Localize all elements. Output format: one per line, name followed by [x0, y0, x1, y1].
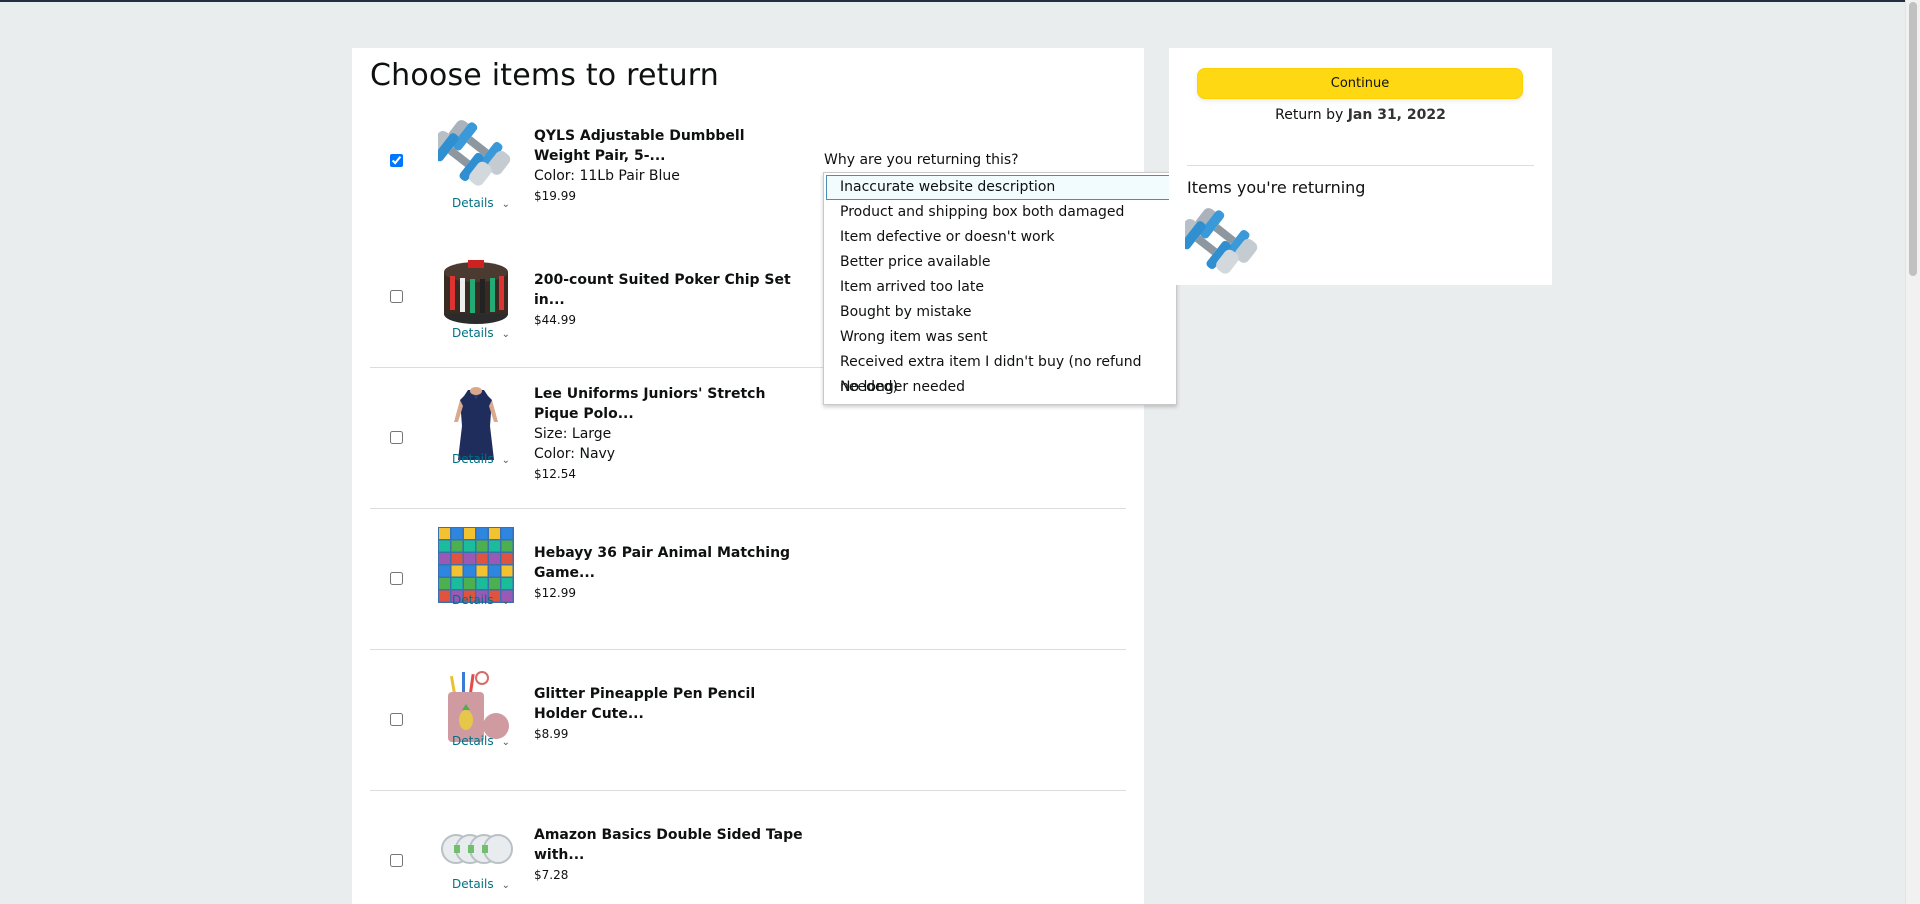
chevron-down-icon: ⌄ [501, 737, 510, 748]
return-item: Details ⌄ Glitter Pineapple Pen Pencil Ho… [370, 650, 1126, 791]
item-name: 200-count Suited Poker Chip Set in... [534, 272, 791, 308]
item-price: $12.54 [534, 467, 576, 481]
item-color: Color: Navy [534, 446, 616, 462]
top-nav-strip [0, 0, 1905, 2]
item-price: $7.28 [534, 868, 569, 882]
item-info: QYLS Adjustable Dumbbell Weight Pair, 5-… [534, 126, 804, 206]
return-item: Details ⌄ Hebayy 36 Pair Animal Matching … [370, 509, 1126, 650]
item-info: Lee Uniforms Juniors' Stretch Pique Polo… [534, 384, 804, 484]
item-name: Hebayy 36 Pair Animal Matching Game... [534, 545, 791, 581]
details-toggle[interactable]: Details ⌄ [452, 326, 510, 340]
animal-matching-cards-image [438, 527, 514, 603]
reason-option[interactable]: Wrong item was sent [826, 325, 1174, 350]
item-select-checkbox[interactable] [390, 154, 403, 167]
return-reason-dropdown[interactable]: Inaccurate website description Product a… [823, 172, 1177, 405]
item-color: Color: 11Lb Pair Blue [534, 168, 680, 184]
chevron-down-icon: ⌄ [501, 329, 510, 340]
continue-button[interactable]: Continue [1197, 68, 1523, 99]
item-price: $8.99 [534, 727, 569, 741]
details-toggle[interactable]: Details ⌄ [452, 196, 510, 210]
chevron-down-icon: ⌄ [501, 199, 510, 210]
item-info: 200-count Suited Poker Chip Set in... $4… [534, 270, 804, 330]
details-label: Details [452, 877, 494, 891]
details-toggle[interactable]: Details ⌄ [452, 877, 510, 891]
chevron-down-icon: ⌄ [501, 880, 510, 891]
page-title: Choose items to return [370, 58, 720, 93]
reason-option[interactable]: Item arrived too late [826, 275, 1174, 300]
details-toggle[interactable]: Details ⌄ [452, 593, 510, 607]
item-price: $44.99 [534, 313, 576, 327]
item-select-checkbox[interactable] [390, 854, 403, 867]
item-size: Size: Large [534, 426, 612, 442]
chevron-down-icon: ⌄ [501, 455, 510, 466]
details-label: Details [452, 593, 494, 607]
item-select-checkbox[interactable] [390, 290, 403, 303]
details-label: Details [452, 326, 494, 340]
items-returning-title: Items you're returning [1187, 178, 1366, 197]
reason-option[interactable]: Item defective or doesn't work [826, 225, 1174, 250]
double-sided-tape-image [441, 834, 513, 864]
navy-polo-image [454, 387, 498, 460]
item-info: Amazon Basics Double Sided Tape with... … [534, 825, 804, 885]
item-name: Glitter Pineapple Pen Pencil Holder Cute… [534, 686, 756, 722]
return-by-value: Jan 31, 2022 [1347, 107, 1446, 123]
item-select-checkbox[interactable] [390, 713, 403, 726]
item-price: $19.99 [534, 189, 576, 203]
return-by-date: Return by Jan 31, 2022 [1169, 107, 1552, 123]
item-name: Lee Uniforms Juniors' Stretch Pique Polo… [534, 386, 766, 422]
item-select-checkbox[interactable] [390, 572, 403, 585]
reason-option[interactable]: Received extra item I didn't buy (no ref… [826, 350, 1174, 395]
item-price: $12.99 [534, 586, 576, 600]
pineapple-pen-holder-image [448, 671, 509, 742]
details-toggle[interactable]: Details ⌄ [452, 452, 510, 466]
item-info: Hebayy 36 Pair Animal Matching Game... $… [534, 543, 804, 603]
return-summary-panel: Continue Return by Jan 31, 2022 Items yo… [1169, 48, 1552, 285]
return-reason-label: Why are you returning this? [824, 152, 1019, 168]
poker-chip-carousel-image [444, 260, 508, 324]
details-label: Details [452, 196, 494, 210]
reason-option[interactable]: Better price available [826, 250, 1174, 275]
return-by-prefix: Return by [1275, 107, 1344, 123]
dumbbell-pair-image [438, 120, 511, 186]
details-label: Details [452, 452, 494, 466]
dumbbell-pair-image [1185, 208, 1258, 274]
reason-option[interactable]: Bought by mistake [826, 300, 1174, 325]
reason-option[interactable]: Inaccurate website description [826, 175, 1174, 200]
scrollbar-thumb[interactable] [1909, 2, 1917, 276]
item-name: QYLS Adjustable Dumbbell Weight Pair, 5-… [534, 128, 745, 164]
details-label: Details [452, 734, 494, 748]
details-toggle[interactable]: Details ⌄ [452, 734, 510, 748]
reason-option[interactable]: No longer needed [826, 375, 1174, 400]
chevron-down-icon: ⌄ [501, 596, 510, 607]
return-item: Details ⌄ Amazon Basics Double Sided Tape… [370, 791, 1126, 904]
page-scrollbar[interactable] [1905, 0, 1920, 904]
reason-option[interactable]: Product and shipping box both damaged [826, 200, 1174, 225]
item-info: Glitter Pineapple Pen Pencil Holder Cute… [534, 684, 804, 744]
summary-divider [1187, 165, 1534, 166]
item-select-checkbox[interactable] [390, 431, 403, 444]
item-name: Amazon Basics Double Sided Tape with... [534, 827, 803, 863]
